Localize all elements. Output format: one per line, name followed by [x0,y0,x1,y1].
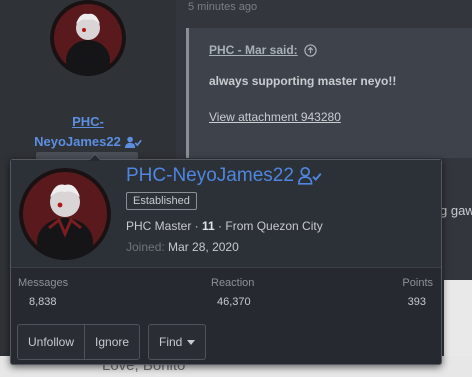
find-label: Find [159,335,183,349]
member-location: · From Quezon City [214,219,323,233]
post-username-line1[interactable]: PHC- [0,112,176,132]
unfollow-button[interactable]: Unfollow [18,325,84,359]
messages-value[interactable]: 8,838 [29,296,57,308]
member-title: PHC Master [126,219,192,233]
tooltip-caret-inner [89,155,101,161]
reaction-label: Reaction [211,277,255,289]
messages-label: Messages [18,277,69,289]
joined-label: Joined: [126,240,165,254]
quote-block: PHC - Mar said: always supporting master… [186,28,472,158]
post-timestamp[interactable]: 5 minutes ago [188,1,257,13]
post-avatar[interactable] [50,0,126,76]
member-card-header: PHC-NeyoJames22 Established PHC Master ·… [11,160,441,268]
info-separator: · [191,219,203,233]
caret-down-icon [187,339,196,345]
quote-text: always supporting master neyo!! [209,74,397,88]
ignore-button[interactable]: Ignore [84,325,139,359]
member-name-link[interactable]: PHC-NeyoJames22 [126,165,322,187]
reaction-value: 46,370 [217,296,251,308]
quote-arrow-icon[interactable] [304,43,317,57]
member-avatar[interactable] [19,168,111,260]
member-joined: Joined: Mar 28, 2020 [126,240,239,254]
quote-author[interactable]: PHC - Mar said: [209,43,298,57]
quote-author-link[interactable]: PHC - Mar said: [209,43,472,57]
find-dropdown-button[interactable]: Find [148,324,207,360]
attachment-link[interactable]: View attachment 943280 [209,110,341,124]
member-tooltip-card: PHC-NeyoJames22 Established PHC Master ·… [10,159,442,365]
post-username-line2[interactable]: NeyoJames22 [34,132,121,152]
follow-user-icon[interactable] [297,167,322,185]
follow-user-icon [124,136,142,148]
member-status-badge: Established [126,192,197,210]
member-level: 11 [202,219,215,233]
joined-date: Mar 28, 2020 [168,240,239,254]
points-label: Points [402,277,433,289]
post-username-link[interactable]: PHC- NeyoJames22 [0,112,176,152]
member-name[interactable]: PHC-NeyoJames22 [126,165,294,187]
post-body-text: g gaw [440,203,472,218]
points-value[interactable]: 393 [408,296,426,308]
member-info: PHC Master · 11 · From Quezon City [126,219,323,233]
member-action-group: Unfollow Ignore [17,324,141,360]
